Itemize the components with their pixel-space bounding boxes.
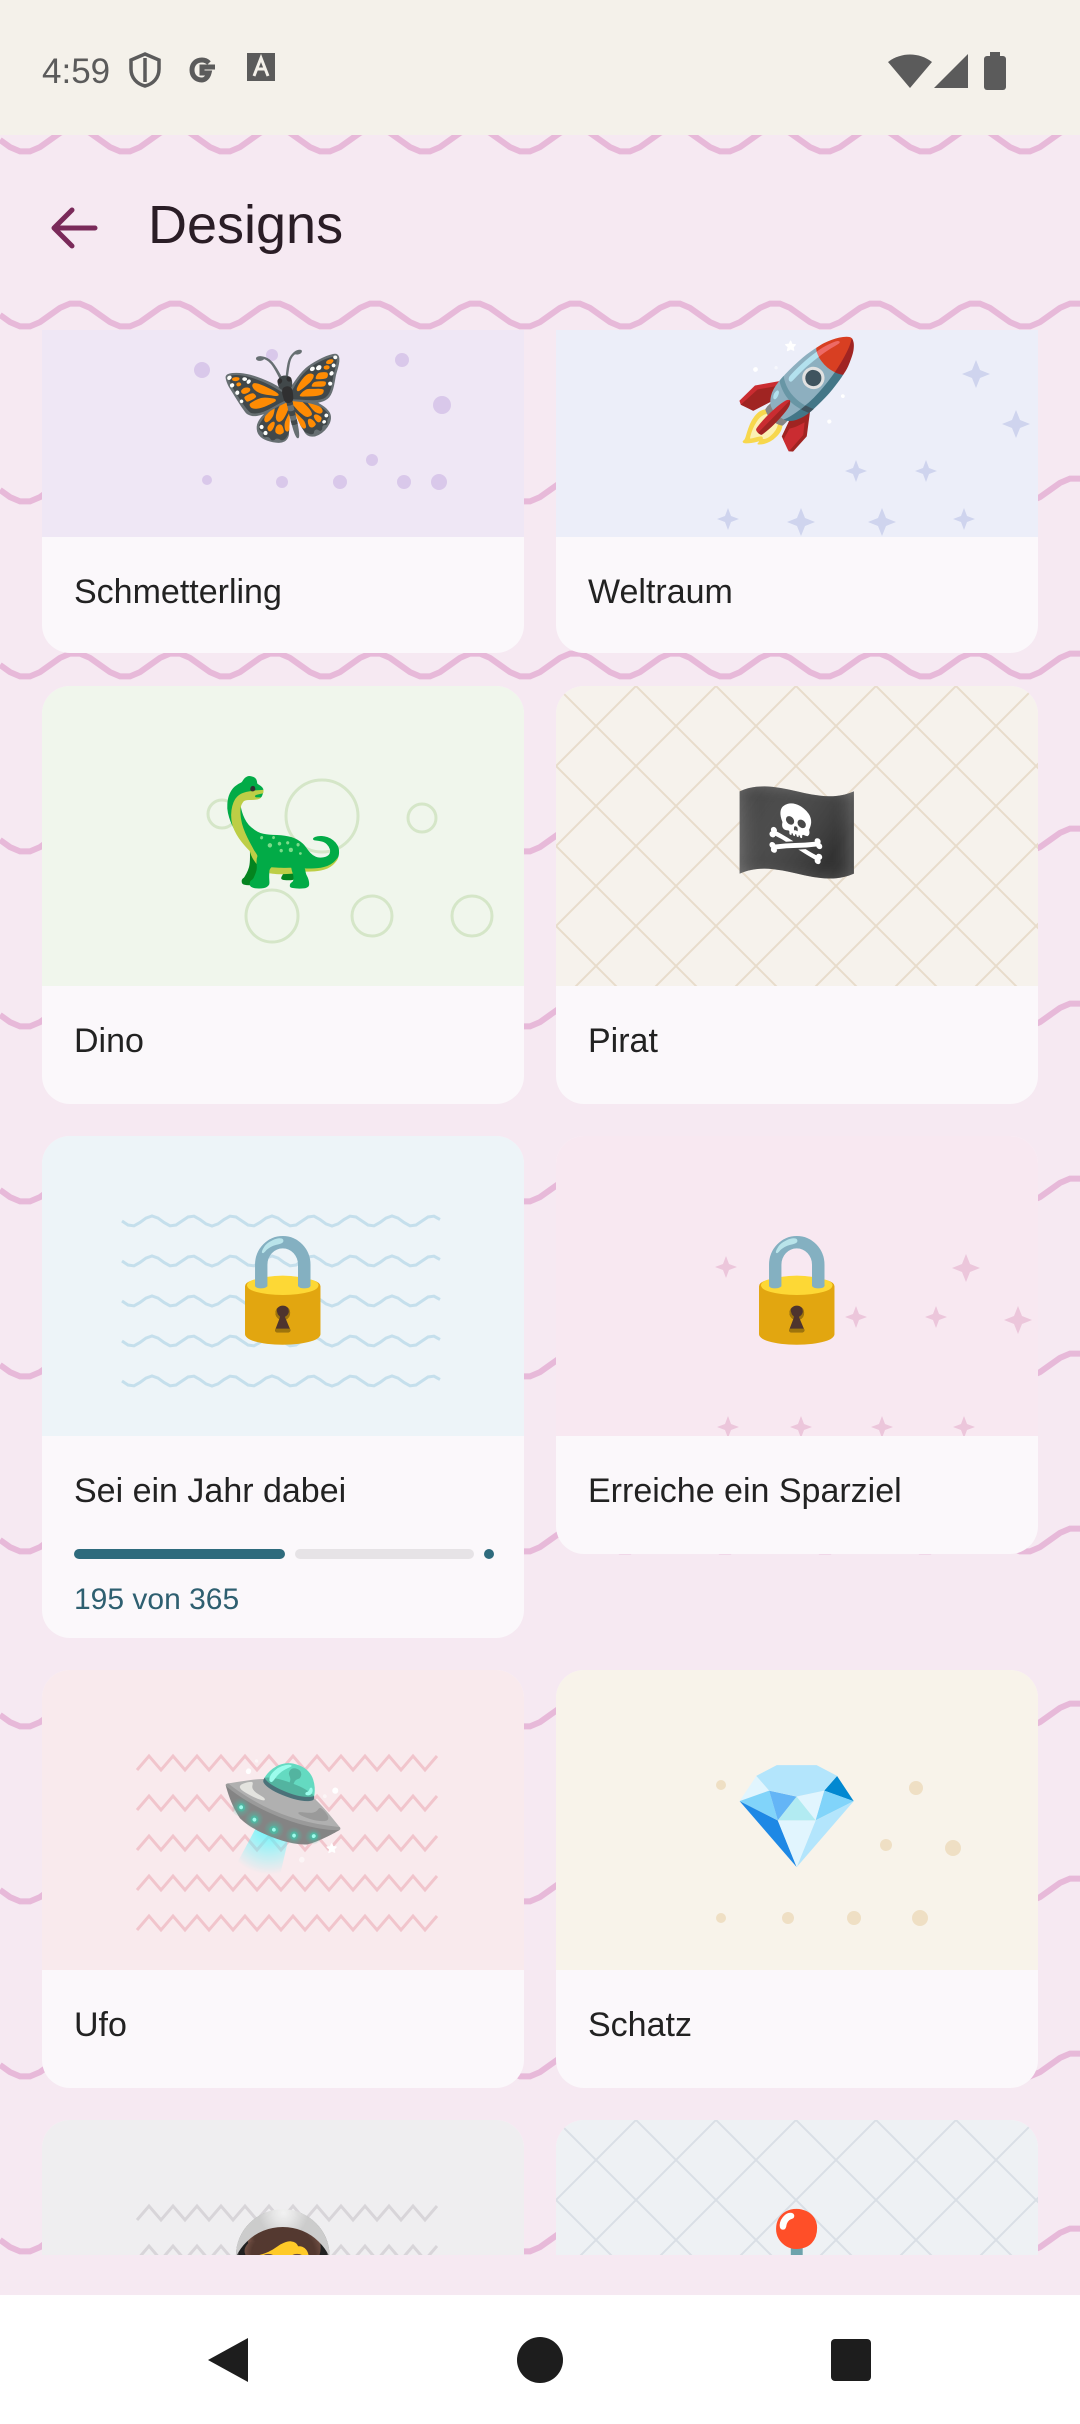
card-art: 🚀 [556, 330, 1038, 537]
status-time: 4:59 [42, 52, 111, 91]
card-art: 🔒 [42, 1136, 524, 1436]
card-art: 🦕 [42, 686, 524, 986]
recents-square-icon[interactable] [826, 2335, 886, 2385]
arrow-back-icon[interactable] [40, 198, 110, 258]
card-label: Schmetterling [74, 573, 282, 611]
card-art: 🕹️ [556, 2120, 1038, 2255]
rocket-icon: 🚀 [732, 336, 862, 452]
joystick-icon: 🕹️ [556, 2215, 1038, 2255]
signal-icon [934, 54, 968, 88]
card-art: 🧑‍🚀 [42, 2120, 524, 2255]
app-bar: Designs [0, 180, 1080, 270]
card-art: 💎 [556, 1670, 1038, 1970]
card-art: 🦋 [42, 330, 524, 537]
home-circle-icon[interactable] [512, 2335, 572, 2385]
card-label: Schatz [588, 2006, 692, 2044]
design-card-sei-ein-jahr-dabei[interactable]: 🔒 Sei ein Jahr dabei 195 von 365 [42, 1136, 524, 1638]
lock-icon: 🔒 [732, 1230, 862, 1346]
card-label: Dino [74, 1022, 144, 1060]
dinosaur-icon: 🦕 [218, 775, 348, 891]
card-label: Pirat [588, 1022, 658, 1060]
design-card-astronaut[interactable]: 🧑‍🚀 [42, 2120, 524, 2255]
design-card-ufo[interactable]: 🛸 Ufo [42, 1670, 524, 2088]
card-art: 🏴‍☠️ [556, 686, 1038, 986]
gem-icon: 💎 [732, 1759, 862, 1875]
design-card-schmetterling[interactable]: 🦋 Schmetterling [42, 330, 524, 653]
battery-icon [984, 52, 1006, 90]
progress-end-dot [484, 1549, 494, 1559]
lock-icon: 🔒 [218, 1230, 348, 1346]
design-card-weltraum[interactable]: 🚀 Weltraum [556, 330, 1038, 653]
page-title: Designs [148, 195, 344, 255]
card-art: 🔒 [556, 1136, 1038, 1436]
back-triangle-icon[interactable] [200, 2335, 260, 2385]
shield-icon [129, 52, 161, 88]
design-card-erreiche-ein-sparziel[interactable]: 🔒 Erreiche ein Sparziel [556, 1136, 1038, 1554]
pirate-flag-icon: 🏴‍☠️ [732, 775, 862, 891]
card-art: 🛸 [42, 1670, 524, 1970]
design-grid: 🦋 Schmetterling 🚀 Weltraum [0, 330, 1080, 2255]
progress-text: 195 von 365 [74, 1583, 240, 1616]
design-card-joystick[interactable]: 🕹️ [556, 2120, 1038, 2255]
ufo-icon: 🛸 [218, 1759, 348, 1875]
progress-fill [74, 1549, 285, 1559]
card-label: Ufo [74, 2006, 127, 2044]
progress-bar [74, 1549, 494, 1559]
design-card-dino[interactable]: 🦕 Dino [42, 686, 524, 1104]
background-wave [0, 300, 1080, 330]
butterfly-icon: 🦋 [218, 336, 348, 452]
font-icon [247, 53, 275, 81]
system-navigation-bar [0, 2295, 1080, 2424]
card-label: Sei ein Jahr dabei [74, 1472, 347, 1510]
design-card-pirat[interactable]: 🏴‍☠️ Pirat [556, 686, 1038, 1104]
astronaut-icon: 🧑‍🚀 [42, 2215, 524, 2255]
status-bar: 4:59 [0, 0, 1080, 135]
card-label: Erreiche ein Sparziel [588, 1472, 902, 1510]
wifi-icon [888, 54, 932, 88]
progress-remaining [295, 1549, 474, 1559]
design-card-schatz[interactable]: 💎 Schatz [556, 1670, 1038, 2088]
google-icon [189, 57, 215, 83]
card-label: Weltraum [588, 573, 733, 611]
